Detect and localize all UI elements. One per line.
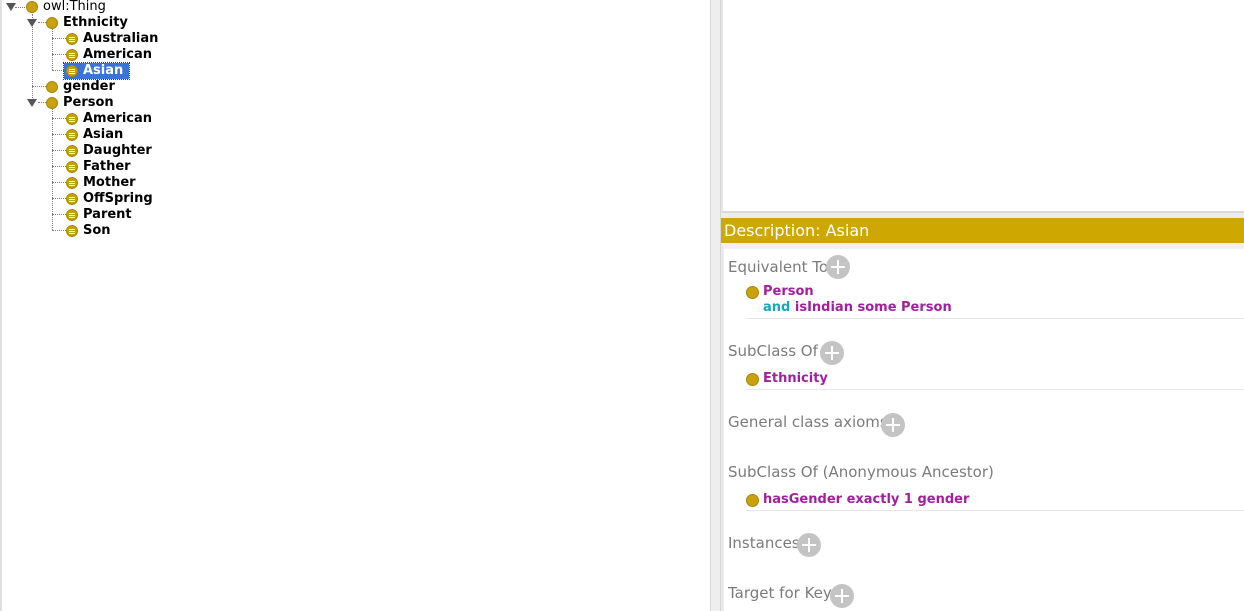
tree-node-person[interactable]: Person	[2, 95, 202, 111]
tree-node-person-american[interactable]: American	[2, 111, 202, 127]
tree-node-label[interactable]: Parent	[81, 207, 134, 223]
collapse-triangle-icon[interactable]	[27, 99, 37, 107]
tree-node-label[interactable]: Daughter	[81, 143, 154, 159]
defined-class-icon	[66, 209, 78, 221]
class-circle-icon	[26, 1, 38, 13]
defined-class-icon	[66, 161, 78, 173]
section-title: Target for Key	[728, 584, 832, 602]
collapse-triangle-icon[interactable]	[27, 19, 37, 27]
add-equivalent-button[interactable]	[826, 255, 850, 279]
section-instances: Instances	[728, 533, 808, 559]
annotations-view	[721, 0, 1244, 213]
defined-class-icon	[66, 33, 78, 45]
axiom-line-1: Person	[763, 284, 814, 299]
tree-node-daughter[interactable]: Daughter	[2, 143, 202, 159]
add-target-key-button[interactable]	[830, 584, 854, 608]
defined-class-icon	[66, 225, 78, 237]
section-title: General class axioms	[728, 413, 888, 431]
defined-class-icon	[66, 113, 78, 125]
add-subclass-button[interactable]	[820, 341, 844, 365]
tree-node-mother[interactable]: Mother	[2, 175, 202, 191]
tree-node-australian[interactable]: Australian	[2, 31, 202, 47]
defined-class-icon	[66, 65, 78, 77]
class-circle-icon	[46, 17, 58, 29]
tree-node-gender[interactable]: gender	[2, 79, 202, 95]
section-title: SubClass Of (Anonymous Ancestor)	[728, 463, 994, 481]
defined-class-icon	[66, 129, 78, 141]
class-circle-icon	[46, 97, 58, 109]
class-circle-icon	[746, 286, 759, 299]
tree-node-asian-selected[interactable]: Asian	[2, 62, 202, 80]
tree-node-ethnicity[interactable]: Ethnicity	[2, 15, 202, 31]
tree-node-label[interactable]: Asian	[81, 127, 125, 143]
tree-node-father[interactable]: Father	[2, 159, 202, 175]
section-anonymous-ancestor: SubClass Of (Anonymous Ancestor)	[728, 462, 994, 488]
class-circle-icon	[46, 81, 58, 93]
defined-class-icon	[66, 49, 78, 61]
axiom-separator	[746, 510, 1244, 511]
tree-node-person-asian[interactable]: Asian	[2, 127, 202, 143]
defined-class-icon	[66, 193, 78, 205]
panel-splitter[interactable]	[710, 0, 721, 611]
tree-node-label[interactable]: American	[81, 47, 154, 63]
tree-node-label[interactable]: Australian	[81, 31, 160, 47]
tree-node-label[interactable]: Ethnicity	[61, 15, 130, 31]
description-header: Description: Asian	[721, 218, 1244, 243]
tree-node-owl-thing[interactable]: owl:Thing	[2, 0, 202, 15]
add-instance-button[interactable]	[797, 533, 821, 557]
axiom-restriction: isIndian some Person	[794, 300, 952, 315]
axiom-equivalent-person[interactable]: Person and isIndian some Person	[746, 284, 1146, 318]
axiom-separator	[746, 389, 1244, 390]
tree-node-american[interactable]: American	[2, 47, 202, 63]
tree-node-label[interactable]: Father	[81, 159, 133, 175]
tree-node-label[interactable]: Mother	[81, 175, 138, 191]
class-circle-icon	[746, 494, 759, 507]
tree-node-label[interactable]: owl:Thing	[41, 0, 108, 15]
class-circle-icon	[746, 373, 759, 386]
axiom-has-gender[interactable]: hasGender exactly 1 gender	[746, 492, 1146, 508]
section-general-class-axioms: General class axioms	[728, 412, 898, 438]
collapse-triangle-icon[interactable]	[6, 3, 16, 11]
tree-node-offspring[interactable]: OffSpring	[2, 191, 202, 207]
tree-node-label[interactable]: American	[81, 111, 154, 127]
axiom-subclass-ethnicity[interactable]: Ethnicity	[746, 371, 1046, 387]
add-general-axiom-button[interactable]	[881, 413, 905, 437]
axiom-text: hasGender exactly 1 gender	[763, 492, 970, 507]
tree-node-label[interactable]: OffSpring	[81, 191, 155, 207]
class-hierarchy-tree[interactable]: owl:Thing Ethnicity Australian American …	[0, 0, 710, 611]
axiom-line-2: and isIndian some Person	[763, 300, 952, 316]
tree-node-parent[interactable]: Parent	[2, 207, 202, 223]
section-title: SubClass Of	[728, 342, 818, 360]
axiom-keyword-and: and	[763, 300, 791, 315]
tree-node-label[interactable]: Son	[81, 223, 113, 239]
axiom-text: Ethnicity	[763, 371, 828, 386]
section-title: Equivalent To	[728, 258, 829, 276]
tree-node-son[interactable]: Son	[2, 223, 202, 239]
defined-class-icon	[66, 145, 78, 157]
tree-node-label[interactable]: gender	[61, 79, 117, 95]
axiom-separator	[746, 318, 1244, 319]
section-title: Instances	[728, 534, 800, 552]
section-target-for-key: Target for Key	[728, 583, 838, 609]
tree-node-label[interactable]: Person	[61, 95, 116, 111]
defined-class-icon	[66, 177, 78, 189]
